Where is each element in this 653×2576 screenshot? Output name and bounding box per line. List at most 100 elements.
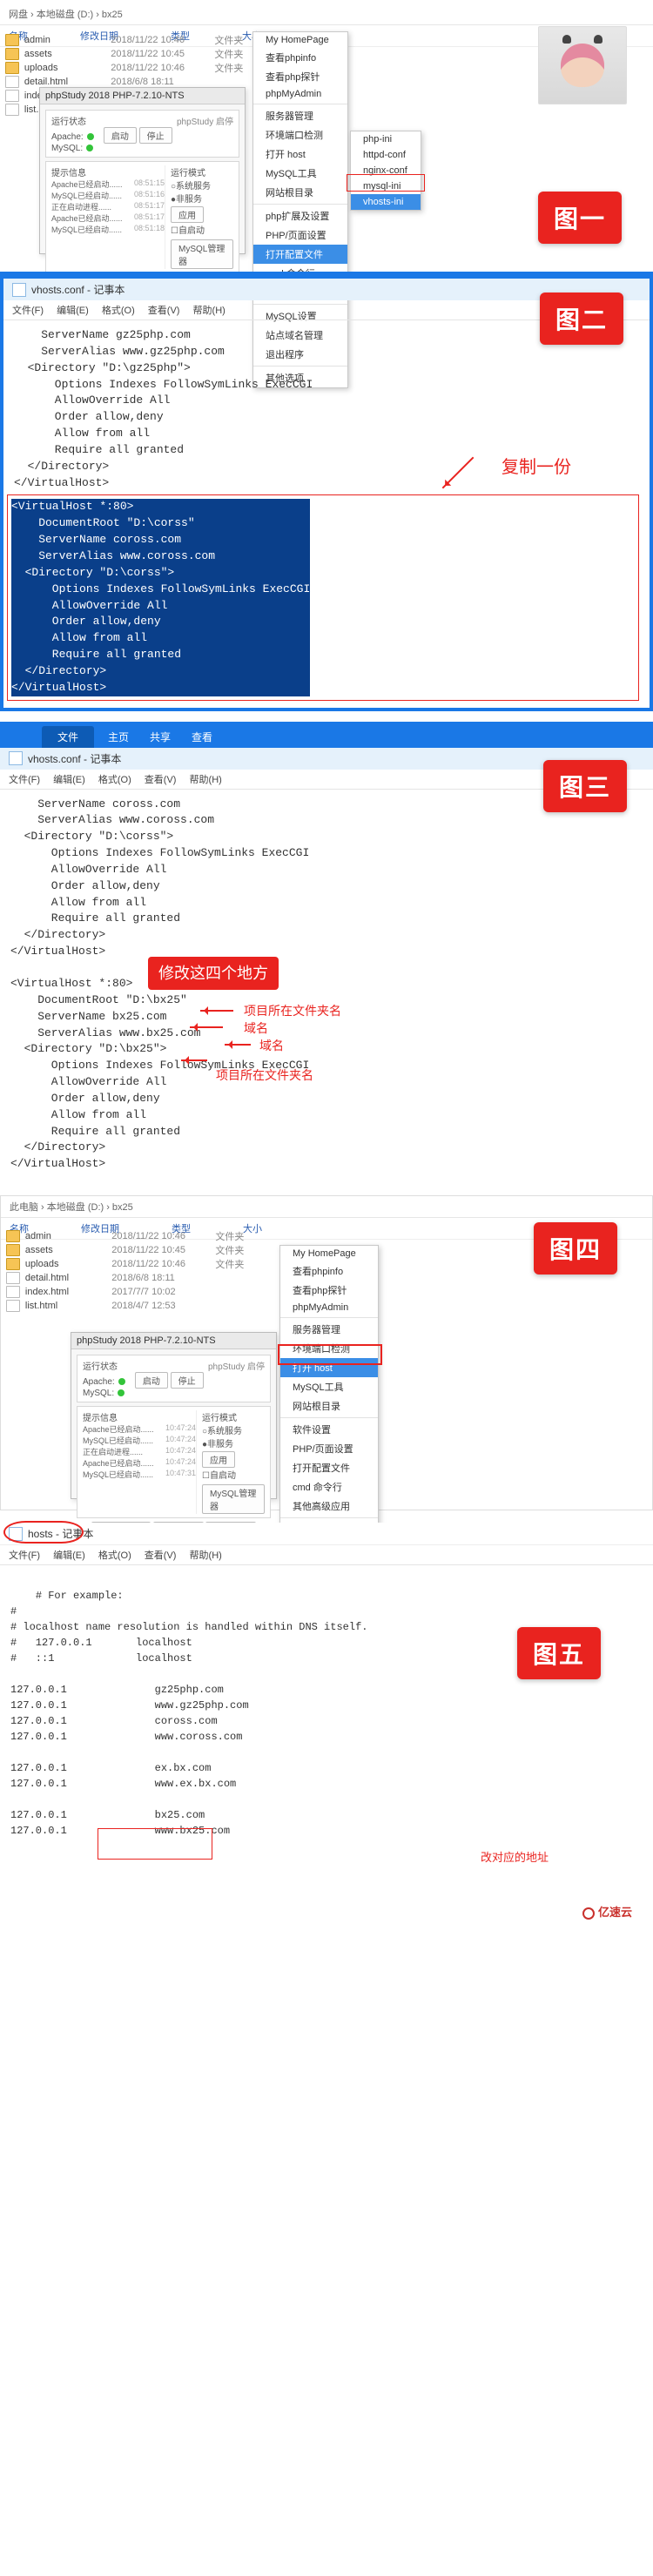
menu-item[interactable]: My HomePage [280,1246,378,1261]
highlight-box [98,1828,212,1860]
annotation-edit-addr: 改对应的地址 [481,1848,549,1865]
annotation-modify: 修改这四个地方 [148,957,279,990]
tab-label: phpStudy 启停 [177,114,233,127]
autostart-check[interactable]: ☐自启动 [202,1468,265,1481]
figure-badge: 图四 [534,1222,617,1275]
figure-badge: 图二 [540,293,623,345]
file-date: 2018/6/8 18:11 [111,77,214,87]
tip-line: Apache已经启动......10:47:24 [83,1423,196,1435]
tab-file[interactable]: 文件 [42,726,94,748]
file-date: 2018/4/7 12:53 [111,1301,215,1311]
menu-item[interactable]: 网站根目录 [253,183,347,202]
menu-item[interactable]: 其他高级应用 [280,1497,378,1516]
status-label: 运行状态 [83,1362,118,1372]
menu-item[interactable]: 查看phpinfo [253,48,347,67]
tab-view[interactable]: 查看 [181,726,223,748]
file-date: 2018/11/22 10:46 [111,1231,215,1241]
menu-item[interactable]: PHP/页面设置 [253,225,347,245]
mode-sys[interactable]: ○系统服务 [202,1423,265,1436]
mysql-mgr-button[interactable]: MySQL管理器 [171,239,233,269]
notepad-icon [9,751,23,765]
stop-button[interactable]: 停止 [139,127,172,144]
menu-item[interactable]: 软件设置 [280,1420,378,1439]
file-name: assets [24,49,111,59]
context-menu[interactable]: My HomePage查看phpinfo查看php探针phpMyAdmin 服务器… [279,1245,379,1559]
menu-item[interactable]: phpMyAdmin [280,1300,378,1315]
menu-item[interactable]: 查看php探针 [253,67,347,86]
autostart-check[interactable]: ☐自启动 [171,223,233,236]
phpstudy-window: phpStudy 2018 PHP-7.2.10-NTS 运行状态 phpStu… [71,1332,277,1499]
annotation-proj2: 项目所在文件夹名 [216,1066,313,1084]
start-button[interactable]: 启动 [135,1372,168,1389]
file-name: uploads [24,63,111,73]
menu-item[interactable]: MySQL工具 [280,1377,378,1396]
tab-home[interactable]: 主页 [98,726,139,748]
stop-button[interactable]: 停止 [171,1372,204,1389]
mode-sys[interactable]: ○系统服务 [171,178,233,192]
file-list: admin2018/11/22 10:46文件夹assets2018/11/22… [6,1229,267,1313]
menu-item[interactable]: cmd 命令行 [280,1477,378,1497]
menu-item[interactable]: httpd-conf [351,147,421,163]
breadcrumb[interactable]: 网盘 › 本地磁盘 (D:) › bx25 [0,3,653,25]
file-type: 文件夹 [215,1229,267,1243]
tips-label: 提示信息 [51,165,165,178]
tip-line: MySQL已经启动......10:47:24 [83,1435,196,1446]
menu-item[interactable]: PHP/页面设置 [280,1439,378,1458]
menu-item[interactable]: 查看phpinfo [280,1261,378,1281]
ribbon-tabs: 文件 主页 共享 查看 [0,722,653,748]
file-row[interactable]: assets2018/11/22 10:45文件夹 [5,47,266,61]
menu-item[interactable]: vhosts-ini [351,194,421,210]
apply-button[interactable]: 应用 [202,1451,235,1468]
config-block-a[interactable]: ServerName coross.com ServerAlias www.co… [10,797,643,960]
mode-nonsvc[interactable]: ●非服务 [202,1436,265,1449]
file-row[interactable]: assets2018/11/22 10:45文件夹 [6,1243,267,1257]
menu-item[interactable]: 服务器管理 [253,106,347,125]
menu-separator [253,204,347,205]
file-icon [6,1300,20,1312]
menu-item[interactable]: My HomePage [253,32,347,48]
file-date: 2018/11/22 10:45 [111,49,214,59]
menu-item[interactable]: php-ini [351,131,421,147]
file-icon [5,76,19,88]
file-date: 2018/11/22 10:46 [111,1259,215,1269]
file-row[interactable]: list.html2018/4/7 12:53 [6,1299,267,1313]
file-row[interactable]: index.html2017/7/7 10:02 [6,1285,267,1299]
file-row[interactable]: uploads2018/11/22 10:46文件夹 [5,61,266,75]
file-name: admin [24,35,111,45]
menu-item[interactable]: 打开配置文件 [280,1458,378,1477]
menu-item[interactable]: MySQL工具 [253,164,347,183]
folder-icon [5,48,19,60]
menu-item[interactable]: 服务器管理 [280,1320,378,1339]
start-button[interactable]: 启动 [104,127,137,144]
hosts-body[interactable]: # localhost name resolution is handled w… [10,1621,367,1837]
menu-item[interactable]: 打开配置文件 [253,245,347,264]
folder-icon [6,1244,20,1256]
selected-config[interactable]: <VirtualHost *:80> DocumentRoot "D:\cors… [11,499,310,696]
menu-item[interactable]: 环境端口检测 [253,125,347,145]
menu-item[interactable]: php扩展及设置 [253,206,347,225]
mode-label: 运行模式 [171,165,233,178]
notepad-title: vhosts.conf - 记事本 [31,282,125,297]
file-date: 2018/11/22 10:45 [111,1245,215,1255]
apply-button[interactable]: 应用 [171,206,204,223]
file-row[interactable]: admin2018/11/22 10:46文件夹 [6,1229,267,1243]
annotation-proj1: 项目所在文件夹名 [244,1002,341,1019]
context-submenu[interactable]: php-inihttpd-confnginx-confmysql-inivhos… [350,131,421,211]
mysql-mgr-button[interactable]: MySQL管理器 [202,1484,265,1514]
menu-item[interactable]: phpMyAdmin [253,86,347,102]
tab-share[interactable]: 共享 [139,726,181,748]
file-row[interactable]: admin2018/11/22 10:46文件夹 [5,33,266,47]
menu-item[interactable]: 网站根目录 [280,1396,378,1416]
menu-separator [280,1317,378,1318]
folder-icon [5,34,19,46]
tip-line: 正在启动进程......08:51:17 [51,201,165,212]
notepad-menu[interactable]: 文件(F) 编辑(E) 格式(O) 查看(V) 帮助(H) [0,1545,653,1565]
menu-item[interactable]: 查看php探针 [280,1281,378,1300]
file-row[interactable]: detail.html2018/6/8 18:11 [6,1271,267,1285]
menu-item[interactable]: 打开 host [253,145,347,164]
breadcrumb[interactable]: 此电脑 › 本地磁盘 (D:) › bx25 [1,1196,652,1218]
file-date: 2018/6/8 18:11 [111,1273,215,1283]
file-row[interactable]: uploads2018/11/22 10:46文件夹 [6,1257,267,1271]
mode-nonsvc[interactable]: ●非服务 [171,192,233,205]
folder-icon [5,62,19,74]
